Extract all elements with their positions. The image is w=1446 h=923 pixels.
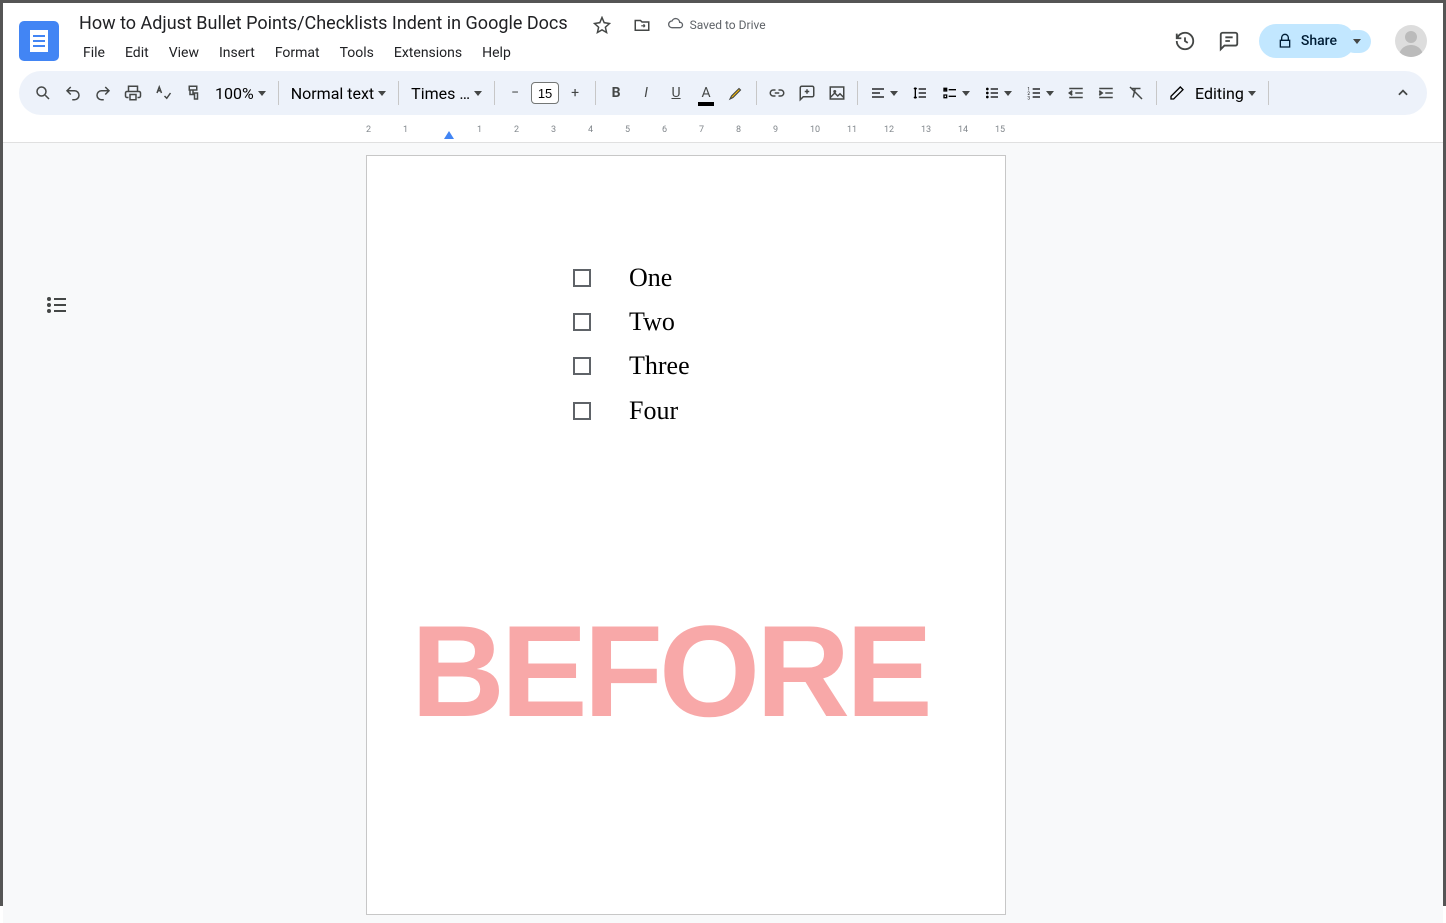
ruler[interactable]: 21123456789101112131415 [3, 123, 1443, 143]
print-icon[interactable] [119, 78, 147, 108]
history-icon[interactable] [1171, 27, 1199, 55]
bold-icon[interactable]: B [602, 78, 630, 108]
checklist-item[interactable]: Three [573, 344, 690, 388]
docs-logo[interactable] [19, 21, 59, 61]
menu-view[interactable]: View [161, 41, 207, 65]
watermark: BEFORE [411, 596, 929, 746]
clear-format-icon[interactable] [1122, 78, 1150, 108]
increase-font-icon[interactable]: + [561, 78, 589, 108]
menu-help[interactable]: Help [474, 41, 519, 65]
redo-icon[interactable] [89, 78, 117, 108]
header-top-row: How to Adjust Bullet Points/Checklists I… [3, 3, 1443, 71]
checklist-dropdown[interactable] [936, 78, 976, 108]
saved-status[interactable]: Saved to Drive [668, 17, 766, 33]
numbered-list-dropdown[interactable]: 123 [1020, 78, 1060, 108]
menu-tools[interactable]: Tools [332, 41, 382, 65]
star-icon[interactable] [588, 11, 616, 39]
mode-dropdown[interactable]: Editing [1163, 78, 1262, 108]
menu-format[interactable]: Format [267, 41, 328, 65]
font-dropdown[interactable]: Times … [405, 78, 488, 108]
style-dropdown[interactable]: Normal text [285, 78, 392, 108]
saved-status-label: Saved to Drive [690, 18, 766, 32]
paint-format-icon[interactable] [179, 78, 207, 108]
checkbox-icon[interactable] [573, 402, 591, 420]
outline-button[interactable] [45, 293, 69, 317]
checkbox-icon[interactable] [573, 313, 591, 331]
increase-indent-icon[interactable] [1092, 78, 1120, 108]
checkbox-icon[interactable] [573, 269, 591, 287]
move-icon[interactable] [628, 11, 656, 39]
share-label: Share [1301, 33, 1337, 49]
menu-extensions[interactable]: Extensions [386, 41, 470, 65]
checklist-item[interactable]: Two [573, 300, 690, 344]
title-area: How to Adjust Bullet Points/Checklists I… [75, 11, 1163, 71]
menu-insert[interactable]: Insert [211, 41, 263, 65]
line-spacing-dropdown[interactable] [906, 78, 934, 108]
menu-edit[interactable]: Edit [117, 41, 157, 65]
insert-image-icon[interactable] [823, 78, 851, 108]
checklist-text[interactable]: Three [629, 344, 690, 388]
zoom-dropdown[interactable]: 100% [209, 78, 272, 108]
italic-icon[interactable]: I [632, 78, 660, 108]
svg-text:3: 3 [1027, 96, 1030, 101]
align-dropdown[interactable] [864, 78, 904, 108]
share-button[interactable]: Share [1259, 24, 1355, 58]
highlight-icon[interactable] [722, 78, 750, 108]
canvas: One Two Three Four BEFORE [3, 143, 1443, 923]
share-dropdown[interactable] [1343, 30, 1371, 53]
spellcheck-icon[interactable] [149, 78, 177, 108]
header-right: Share [1171, 24, 1427, 58]
menu-bar: File Edit View Insert Format Tools Exten… [75, 39, 1163, 71]
search-icon[interactable] [29, 78, 57, 108]
avatar[interactable] [1395, 25, 1427, 57]
document-title[interactable]: How to Adjust Bullet Points/Checklists I… [75, 11, 572, 36]
underline-icon[interactable]: U [662, 78, 690, 108]
text-color-icon[interactable]: A [692, 78, 720, 108]
page[interactable]: One Two Three Four BEFORE [366, 155, 1006, 915]
link-icon[interactable] [763, 78, 791, 108]
collapse-toolbar-icon[interactable] [1389, 78, 1417, 108]
checklist-text[interactable]: Four [629, 389, 678, 433]
checklist: One Two Three Four [573, 256, 690, 433]
checkbox-icon[interactable] [573, 357, 591, 375]
bullet-list-dropdown[interactable] [978, 78, 1018, 108]
checklist-item[interactable]: One [573, 256, 690, 300]
comments-icon[interactable] [1215, 27, 1243, 55]
undo-icon[interactable] [59, 78, 87, 108]
menu-file[interactable]: File [75, 41, 113, 65]
toolbar: 100% Normal text Times … − + B I U A 123… [19, 71, 1427, 115]
checklist-text[interactable]: One [629, 256, 672, 300]
checklist-text[interactable]: Two [629, 300, 675, 344]
decrease-font-icon[interactable]: − [501, 78, 529, 108]
add-comment-icon[interactable] [793, 78, 821, 108]
font-size-input[interactable] [531, 82, 559, 104]
checklist-item[interactable]: Four [573, 389, 690, 433]
decrease-indent-icon[interactable] [1062, 78, 1090, 108]
